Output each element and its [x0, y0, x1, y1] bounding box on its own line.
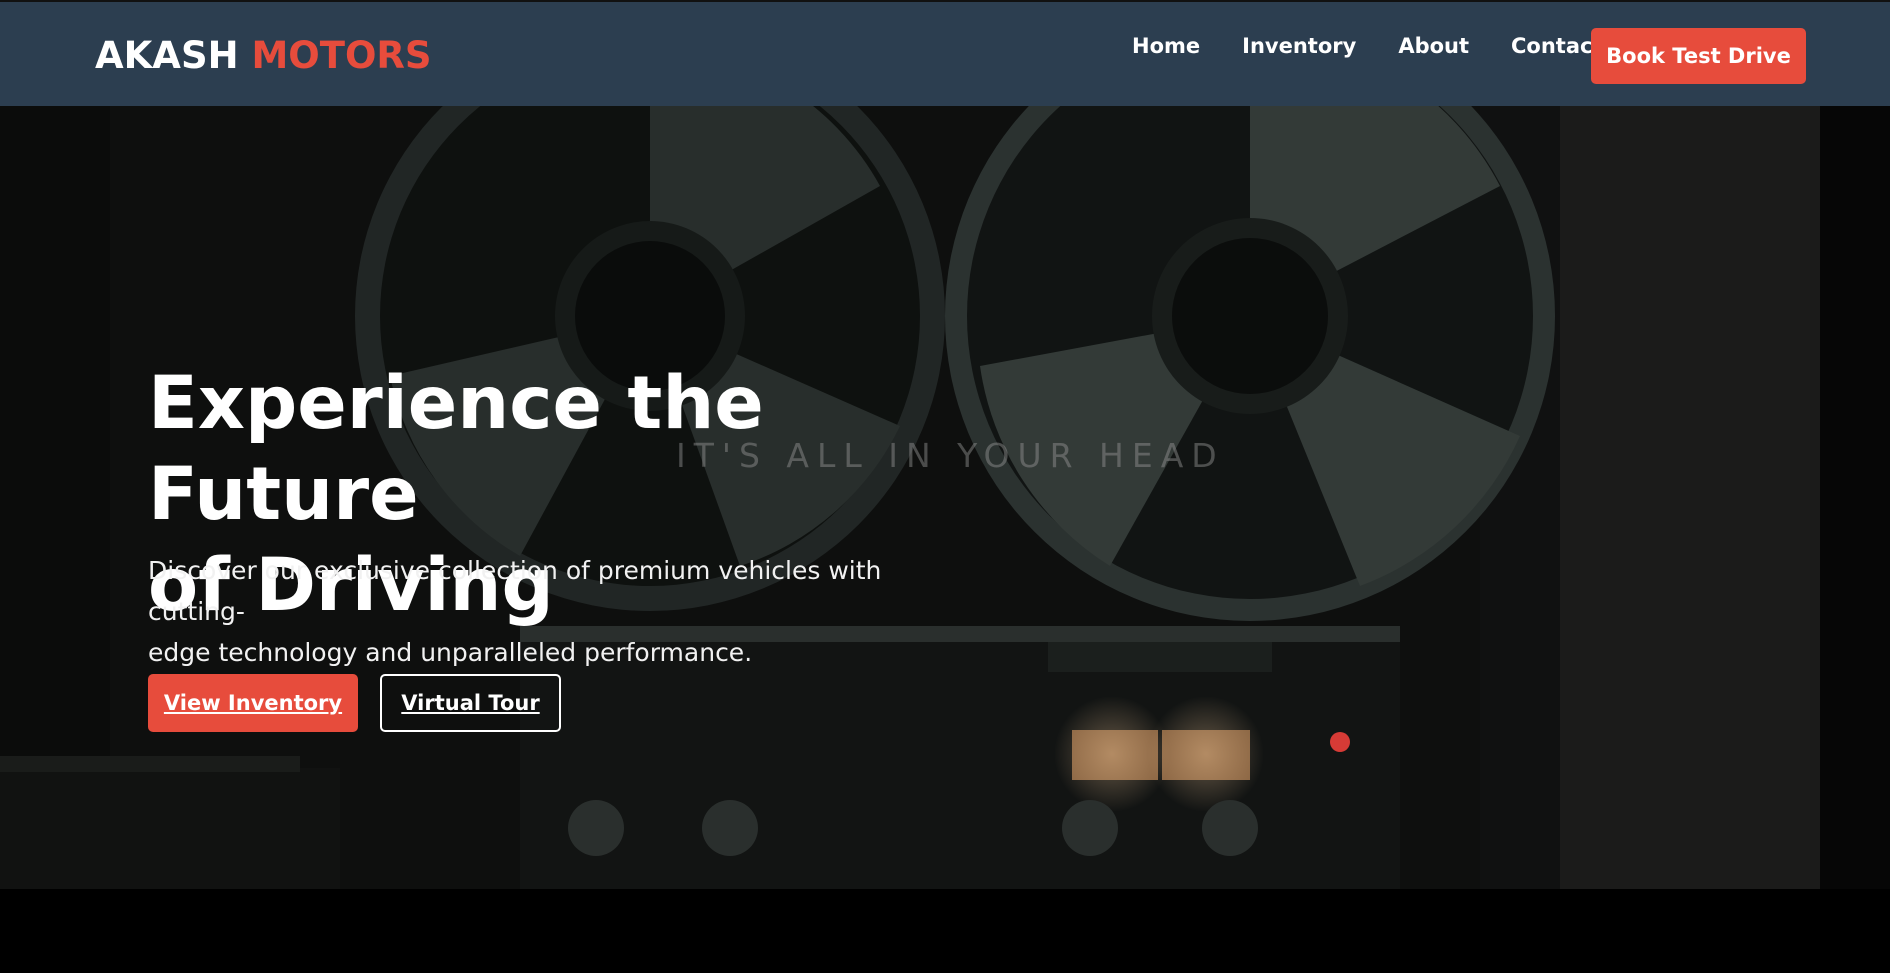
virtual-tour-button[interactable]: Virtual Tour: [380, 674, 561, 732]
nav-link-home[interactable]: Home: [1132, 34, 1200, 58]
nav-link-about[interactable]: About: [1398, 34, 1469, 58]
logo[interactable]: AKASH MOTORS: [95, 34, 432, 77]
view-inventory-button[interactable]: View Inventory: [148, 674, 358, 732]
nav-link-inventory[interactable]: Inventory: [1242, 34, 1356, 58]
logo-main-text: AKASH: [95, 34, 239, 77]
navbar: AKASH MOTORS Home Inventory About Contac…: [0, 0, 1890, 106]
page-bottom-band: [0, 889, 1890, 973]
hero-subtitle-line1: Discover our exclusive collection of pre…: [148, 556, 882, 626]
hero-section: IT'S ALL IN YOUR HEAD Experience the Fut…: [0, 106, 1890, 889]
nav-link-contact[interactable]: Contact: [1511, 34, 1603, 58]
main-nav: Home Inventory About Contact: [1132, 34, 1645, 58]
hero-subtitle: Discover our exclusive collection of pre…: [148, 550, 918, 673]
logo-accent-text: MOTORS: [251, 34, 432, 77]
hero-subtitle-line2: edge technology and unparalleled perform…: [148, 638, 753, 667]
book-test-drive-button[interactable]: Book Test Drive: [1591, 28, 1806, 84]
hero-title-line1: Experience the Future: [148, 361, 764, 537]
